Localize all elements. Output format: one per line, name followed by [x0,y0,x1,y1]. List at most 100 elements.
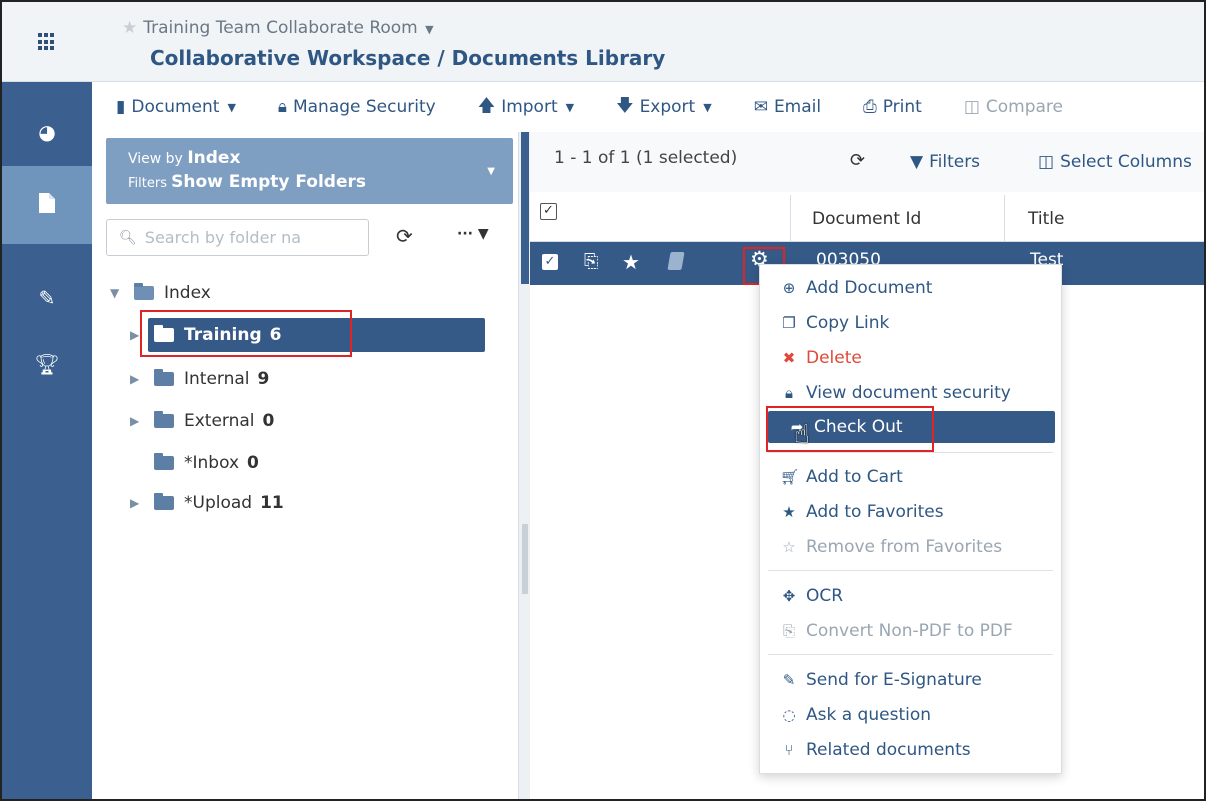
select-columns-button[interactable]: ◫ Select Columns [1038,152,1192,172]
star-icon[interactable]: ★ [122,18,137,38]
annotation-highlight-box [140,310,352,357]
comment-icon: ◌ [782,706,796,724]
breadcrumb: Collaborative Workspace / Documents Libr… [150,46,666,70]
menu-add-to-favorites[interactable]: ★ Add to Favorites [760,496,1061,528]
columns-icon: ◫ [1038,152,1055,172]
document-menu-button[interactable]: ▮ Document ▼ [116,97,236,117]
row-checkbox[interactable]: ✓ [542,254,558,270]
menu-remove-from-favorites[interactable]: ☆ Remove from Favorites [760,531,1061,563]
splitter-grip[interactable] [522,524,528,594]
collapsed-arrow-icon[interactable]: ▶ [130,414,144,428]
search-placeholder: Search by folder na [144,228,302,247]
menu-add-to-cart[interactable]: 🛒︎ Add to Cart [760,461,1061,493]
folder-icon [154,493,174,510]
tree-folder-upload[interactable]: ▶ *Upload 11 [130,488,284,518]
menu-delete[interactable]: ✖ Delete [760,342,1061,374]
folder-count: 0 [247,453,259,473]
menu-divider [768,570,1053,571]
related-icon: ⑂ [784,741,794,759]
chevron-down-icon: ▼ [487,166,495,177]
grid-toolbar: 1 - 1 of 1 (1 selected) ⟳ ▼ Filters ◫ Sele… [530,132,1204,192]
menu-add-document[interactable]: ⊕ Add Document [760,272,1061,304]
menu-item-label: OCR [806,586,844,606]
view-by-label: View by [128,151,183,167]
app-launcher[interactable] [2,2,92,82]
copy-icon: ❐ [782,314,796,332]
folder-count: 11 [260,493,284,513]
folder-name: *Upload [184,493,253,513]
book-icon[interactable] [667,252,685,270]
folder-search-input[interactable]: 🔍︎ Search by folder na [106,219,369,256]
refresh-icon[interactable]: ⟳ [850,150,865,171]
menu-item-label: Delete [806,348,862,368]
folder-open-icon [134,283,154,300]
collapsed-arrow-icon[interactable]: ▶ [130,372,144,386]
folder-name: Internal [184,369,250,389]
import-label: Import [501,97,558,117]
column-document-id[interactable]: Document Id [812,209,921,229]
plus-circle-icon: ⊕ [782,279,796,297]
menu-convert-to-pdf[interactable]: ⎘ Convert Non-PDF to PDF [760,615,1061,647]
room-selector[interactable]: ★ Training Team Collaborate Room ▼ [122,18,434,38]
tree-folder-external[interactable]: ▶ External 0 [130,406,274,436]
email-label: Email [773,97,822,117]
view-by-value: Index [187,148,241,168]
printer-icon: ⎙ [863,97,877,117]
export-button[interactable]: 🡇 Export ▼ [616,93,712,122]
grid-menu-icon[interactable] [38,33,56,51]
rail-dashboard[interactable]: ◕ [2,93,92,171]
star-icon[interactable]: ★ [622,250,640,274]
pdf-icon[interactable]: ⎘ [584,251,598,272]
menu-copy-link[interactable]: ❐ Copy Link [760,307,1061,339]
tree-root[interactable]: ▼ Index [110,278,211,308]
x-icon: ✖ [782,349,796,367]
row-context-menu: ⊕ Add Document ❐ Copy Link ✖ Delete 🔒︎ View … [759,264,1062,774]
expanded-arrow-icon[interactable]: ▼ [110,286,124,300]
grid-header: ✓ Document Id Title [530,195,1204,242]
column-title[interactable]: Title [1028,209,1064,229]
view-filter-dropdown[interactable]: View by Index Filters Show Empty Folders… [106,138,513,204]
folder-icon [154,453,174,470]
filters-value: Show Empty Folders [171,172,367,192]
select-all-checkbox[interactable]: ✓ [540,203,557,220]
collapsed-arrow-icon[interactable]: ▶ [130,496,144,510]
menu-ocr[interactable]: ✥ OCR [760,580,1061,612]
menu-ask-question[interactable]: ◌ Ask a question [760,699,1061,731]
rail-documents[interactable] [2,166,92,244]
refresh-icon[interactable]: ⟳ [396,224,413,248]
manage-security-label: Manage Security [292,97,436,117]
folder-count: 0 [262,411,275,431]
menu-related-documents[interactable]: ⑂ Related documents [760,734,1061,766]
select-columns-label: Select Columns [1060,152,1192,172]
export-label: Export [639,97,696,117]
menu-view-document-security[interactable]: 🔒︎ View document security [760,377,1061,409]
rail-awards[interactable]: 🏆︎ [2,325,92,403]
import-button[interactable]: 🡅 Import ▼ [478,93,574,122]
email-button[interactable]: ✉ Email [754,97,821,117]
menu-send-for-esignature[interactable]: ✎ Send for E-Signature [760,664,1061,696]
star-icon: ★ [782,503,796,521]
edit-icon: ✎ [782,671,796,689]
compare-button[interactable]: ◫ Compare [964,97,1063,117]
cart-icon: 🛒︎ [780,468,800,486]
ocr-icon: ✥ [782,587,796,605]
filters-button[interactable]: ▼ Filters [910,152,980,172]
chevron-down-icon: ▼ [227,100,236,114]
print-button[interactable]: ⎙ Print [863,97,922,117]
tree-folder-internal[interactable]: ▶ Internal 9 [130,364,269,394]
annotation-highlight-box [766,406,934,452]
menu-divider [768,654,1053,655]
more-options-icon[interactable]: ··· ▼ [457,226,489,242]
folder-name: External [184,411,255,431]
menu-item-label: Remove from Favorites [806,537,1003,557]
filter-icon: ▼ [910,152,924,172]
columns-icon: ◫ [963,97,980,117]
filters-label: Filters [128,176,167,191]
compare-label: Compare [985,97,1064,117]
tree-folder-inbox[interactable]: *Inbox 0 [130,448,259,478]
manage-security-button[interactable]: 🔒︎ Manage Security [278,97,436,117]
menu-item-label: View document security [806,383,1011,403]
arrow-down-icon: 🡇 [616,95,634,116]
chevron-down-icon: ▼ [425,23,434,36]
tree-root-label: Index [164,283,211,303]
